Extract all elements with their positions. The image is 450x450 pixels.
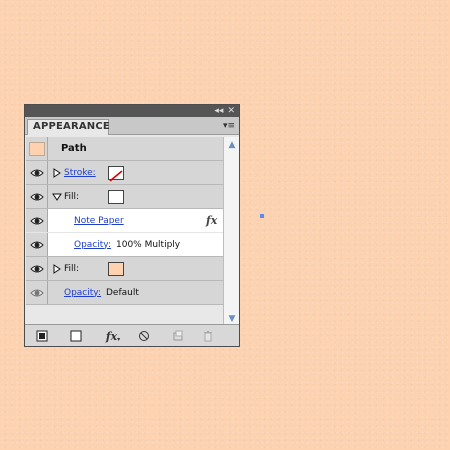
collapsed-arrow-icon[interactable]	[52, 263, 62, 274]
fill-row-peach[interactable]: Fill:	[26, 257, 224, 281]
tab-appearance[interactable]: APPEARANCE	[27, 119, 110, 135]
close-icon[interactable]: ✕	[227, 105, 235, 117]
fill-swatch-peach[interactable]	[108, 261, 124, 276]
fx-add-icon[interactable]: fx ▾	[103, 329, 123, 343]
eye-icon	[29, 193, 44, 200]
panel-bottom-toolbar: fx ▾	[25, 324, 239, 346]
fill-label: Fill:	[64, 263, 80, 274]
fill-row-white[interactable]: Fill:	[26, 185, 224, 209]
path-header-row[interactable]: Path	[26, 137, 224, 161]
fill-opacity-row[interactable]: Opacity: 100% Multiply	[26, 233, 224, 257]
delete-item-icon[interactable]	[201, 329, 215, 343]
eye-icon	[29, 265, 44, 272]
header-path-label: Path	[61, 143, 87, 154]
eye-icon	[29, 217, 44, 224]
panel-menu-icon[interactable]: ▾≡	[223, 121, 235, 131]
eye-cell	[26, 137, 48, 160]
fx-icon[interactable]: fx	[206, 214, 217, 227]
fill-label: Fill:	[64, 191, 80, 202]
visibility-toggle[interactable]	[26, 257, 48, 280]
scroll-up-icon[interactable]: ▲	[225, 138, 239, 152]
collapsed-arrow-icon[interactable]	[52, 167, 62, 178]
stroke-swatch-none[interactable]	[108, 165, 124, 182]
object-opacity-row[interactable]: Opacity: Default	[26, 281, 224, 305]
stroke-square-icon[interactable]	[35, 329, 49, 343]
opacity-link[interactable]: Opacity:	[64, 288, 101, 298]
stroke-label[interactable]: Stroke:	[64, 168, 96, 178]
selection-anchor-point[interactable]	[260, 214, 264, 218]
appearance-panel: ◂◂ ✕ APPEARANCE ▾≡ Path Stroke: Fill: No…	[24, 104, 240, 347]
visibility-toggle[interactable]	[26, 161, 48, 184]
collapse-icon[interactable]: ◂◂	[214, 105, 223, 117]
opacity-value: 100% Multiply	[116, 239, 181, 250]
panel-title-bar[interactable]: ◂◂ ✕	[25, 105, 239, 117]
visibility-toggle[interactable]	[26, 185, 48, 208]
opacity-link[interactable]: Opacity:	[74, 240, 111, 250]
visibility-toggle[interactable]	[26, 281, 48, 304]
panel-tab-bar: APPEARANCE ▾≡	[25, 117, 239, 135]
eye-icon-dimmed	[29, 289, 44, 296]
clear-appearance-icon[interactable]	[137, 329, 151, 343]
visibility-toggle[interactable]	[26, 209, 48, 232]
appearance-list: Path Stroke: Fill: Note Paper fx Opacity…	[26, 137, 224, 327]
fx-add-label: fx	[105, 329, 118, 343]
note-paper-link[interactable]: Note Paper	[74, 216, 124, 226]
panel-scrollbar[interactable]: ▲ ▼	[223, 137, 239, 327]
expanded-arrow-icon[interactable]	[52, 192, 62, 202]
fill-square-icon[interactable]	[69, 329, 83, 343]
fill-swatch-white[interactable]	[108, 189, 124, 204]
duplicate-item-icon[interactable]	[171, 329, 185, 343]
opacity-value: Default	[106, 287, 139, 298]
eye-icon	[29, 241, 44, 248]
eye-icon	[29, 169, 44, 176]
path-thumbnail	[28, 141, 45, 156]
note-paper-effect-row[interactable]: Note Paper fx	[26, 209, 224, 233]
visibility-toggle[interactable]	[26, 233, 48, 256]
stroke-row[interactable]: Stroke:	[26, 161, 224, 185]
